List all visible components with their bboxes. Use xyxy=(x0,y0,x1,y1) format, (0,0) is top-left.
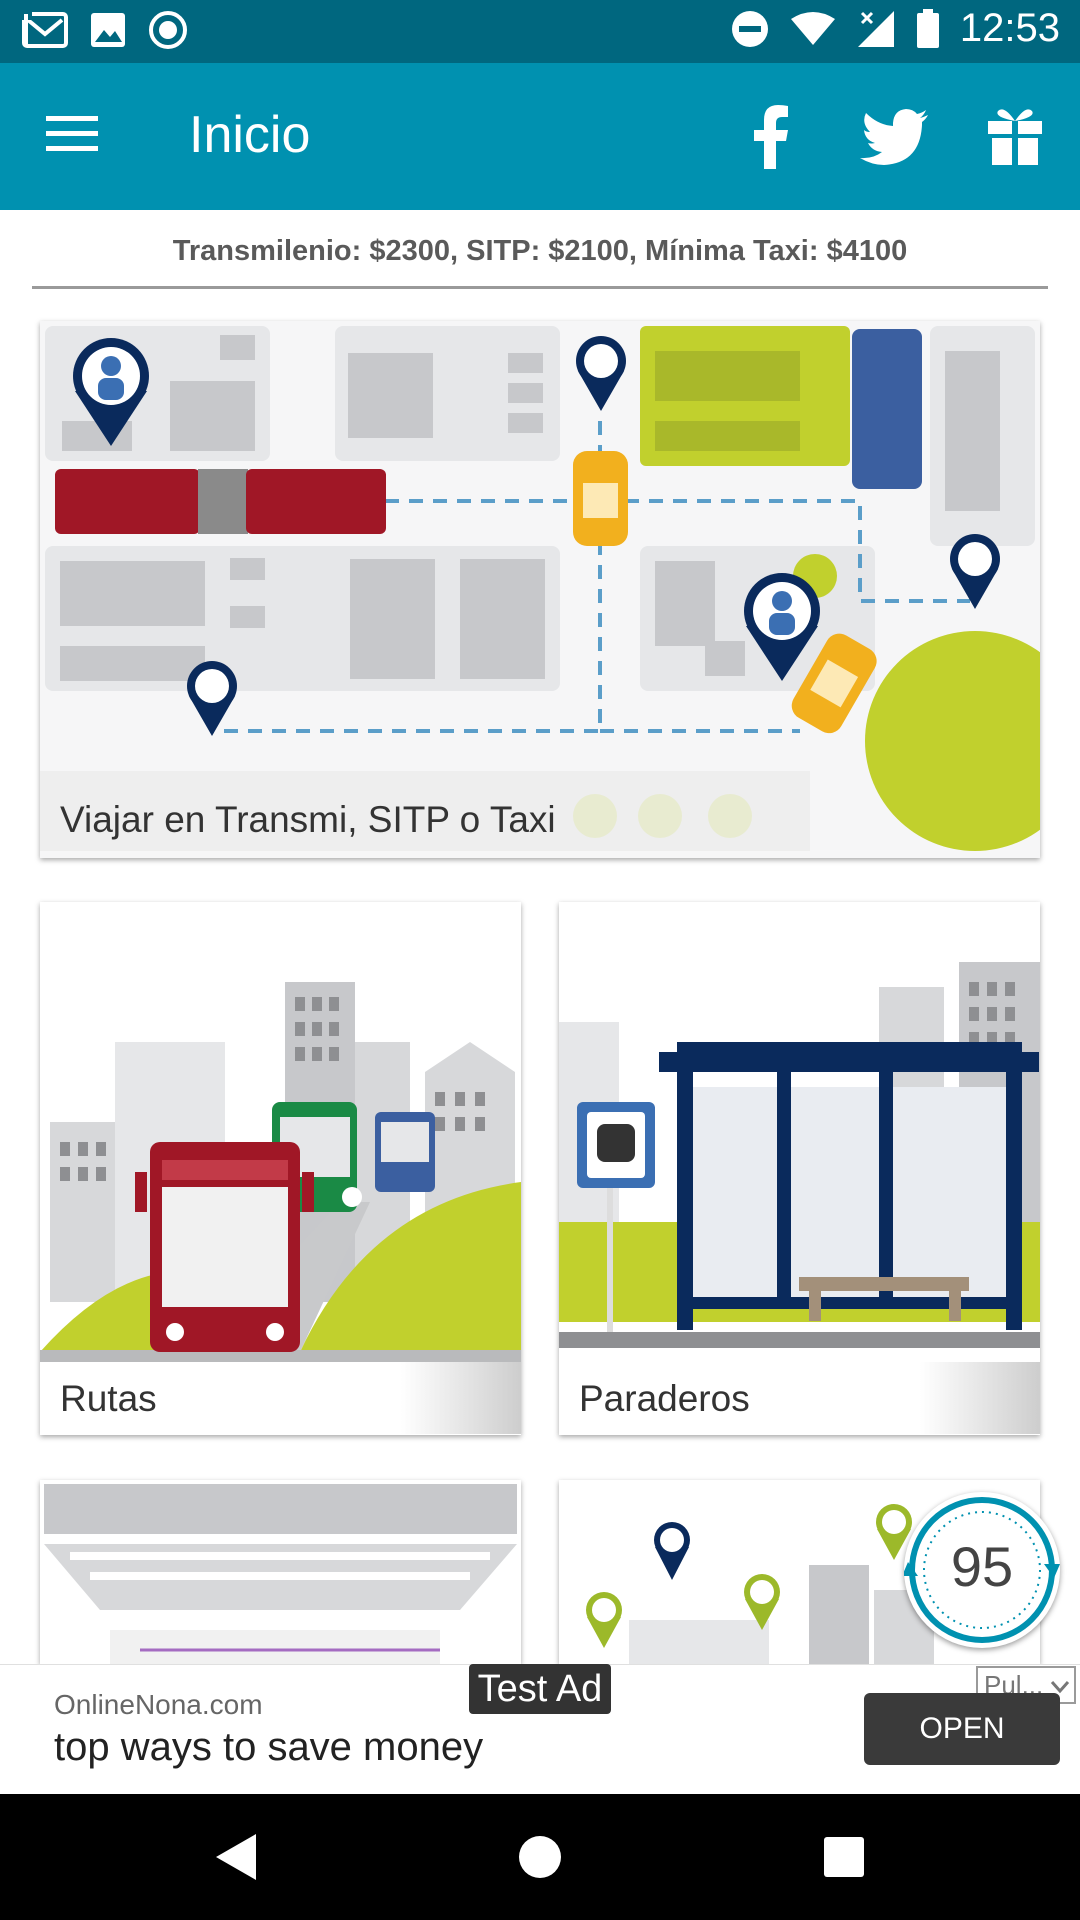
gmail-icon xyxy=(22,10,68,48)
city-map-illustration xyxy=(40,321,1040,858)
status-time: 12:53 xyxy=(959,6,1060,50)
buses-illustration xyxy=(40,902,521,1435)
signal-icon xyxy=(857,10,894,47)
system-nav-bar xyxy=(0,1794,1080,1920)
menu-icon[interactable] xyxy=(46,114,98,154)
card-viajar[interactable]: Viajar en Transmi, SITP o Taxi xyxy=(40,321,1040,858)
station-illustration xyxy=(40,1480,521,1664)
test-ad-tag: Test Ad xyxy=(469,1664,611,1714)
card-label-paraderos: Paraderos xyxy=(579,1378,750,1419)
timer-value: 95 xyxy=(950,1535,1014,1598)
ad-domain: OnlineNona.com xyxy=(54,1689,263,1720)
page-title: Inicio xyxy=(189,106,311,164)
twitter-icon[interactable] xyxy=(858,107,930,167)
chevron-down-icon xyxy=(1050,1681,1070,1694)
card-rutas[interactable]: Rutas xyxy=(40,902,521,1435)
card-bottom-left[interactable] xyxy=(40,1480,521,1664)
card-label-rutas: Rutas xyxy=(60,1378,157,1419)
facebook-icon[interactable] xyxy=(740,103,800,169)
gift-icon[interactable] xyxy=(986,103,1044,167)
fares-divider xyxy=(32,286,1048,289)
battery-icon xyxy=(916,8,939,48)
wifi-icon xyxy=(790,11,835,45)
do-not-disturb-icon xyxy=(731,10,768,47)
card-label-viajar: Viajar en Transmi, SITP o Taxi xyxy=(60,799,556,840)
ad-headline: top ways to save money xyxy=(54,1725,484,1769)
bus-stop-illustration xyxy=(559,902,1040,1435)
ad-open-button[interactable]: OPEN xyxy=(864,1693,1060,1765)
home-icon[interactable] xyxy=(517,1834,563,1880)
card-paraderos[interactable]: Paraderos xyxy=(559,902,1040,1435)
image-icon xyxy=(91,13,125,47)
status-bar: 12:53 xyxy=(0,0,1080,63)
fares-banner: Transmilenio: $2300, SITP: $2100, Mínima… xyxy=(172,235,908,267)
app-bar: Inicio xyxy=(0,63,1080,210)
back-icon[interactable] xyxy=(214,1832,258,1882)
sync-icon xyxy=(149,11,187,49)
timer-badge[interactable]: 95 xyxy=(904,1492,1060,1648)
recents-icon[interactable] xyxy=(824,1837,864,1877)
